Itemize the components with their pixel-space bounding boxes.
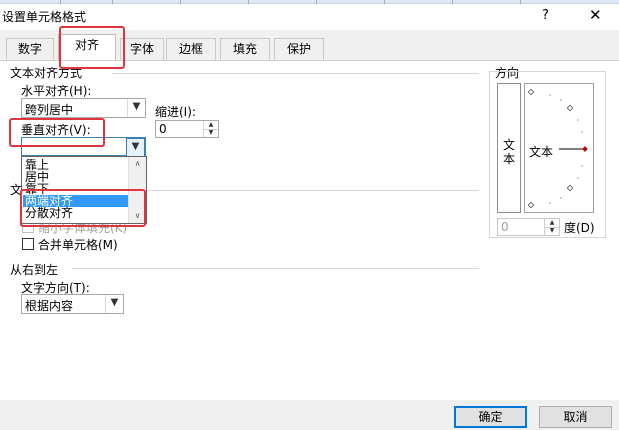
annotation-box-options bbox=[20, 189, 146, 227]
dropdown-option-center[interactable]: 居中 bbox=[23, 171, 131, 183]
cancel-button[interactable]: 取消 bbox=[539, 406, 612, 428]
merge-cells-checkbox[interactable] bbox=[22, 238, 34, 250]
tab-fill[interactable]: 填充 bbox=[220, 38, 270, 60]
help-button[interactable]: ? bbox=[542, 8, 549, 23]
spin-down-icon[interactable]: ▼ bbox=[545, 227, 559, 235]
degrees-label: 度(D) bbox=[564, 221, 595, 235]
merge-cells-label: 合并单元格(M) bbox=[38, 238, 118, 252]
ok-button[interactable]: 确定 bbox=[454, 406, 527, 428]
scroll-up-icon[interactable]: ∧ bbox=[129, 157, 146, 171]
indent-label: 缩进(I): bbox=[155, 105, 196, 119]
annotation-box-tab bbox=[59, 26, 125, 69]
tab-border[interactable]: 边框 bbox=[166, 38, 216, 60]
close-button[interactable]: ✕ bbox=[589, 6, 602, 24]
degrees-spinner[interactable]: 0 ▲ ▼ bbox=[497, 218, 560, 236]
section-divider bbox=[72, 268, 479, 269]
rtl-section-title: 从右到左 bbox=[10, 263, 59, 277]
indent-spinner[interactable]: 0 ▲ ▼ bbox=[155, 120, 219, 138]
text-direction-value: 根据内容 bbox=[25, 299, 74, 313]
text-direction-select[interactable]: 根据内容 ▼ bbox=[21, 294, 124, 314]
orientation-dial[interactable]: 文本 bbox=[524, 83, 594, 213]
spin-down-icon[interactable]: ▼ bbox=[204, 129, 218, 137]
section-divider bbox=[148, 190, 479, 191]
chevron-down-icon[interactable]: ▼ bbox=[127, 99, 145, 117]
horizontal-align-value: 跨列居中 bbox=[25, 103, 74, 117]
tab-protection[interactable]: 保护 bbox=[274, 38, 324, 60]
section-divider bbox=[112, 73, 479, 74]
degrees-value: 0 bbox=[501, 220, 509, 234]
horizontal-align-select[interactable]: 跨列居中 ▼ bbox=[21, 98, 146, 118]
vertical-text-button[interactable]: 文 本 bbox=[497, 83, 521, 213]
dial-text: 文本 bbox=[529, 145, 554, 159]
vertical-text-char: 本 bbox=[503, 152, 516, 166]
tab-font[interactable]: 字体 bbox=[120, 38, 164, 60]
chevron-down-icon[interactable]: ▼ bbox=[126, 138, 145, 157]
annotation-box-vertical-label bbox=[9, 118, 105, 147]
dropdown-option-top[interactable]: 靠上 bbox=[23, 159, 131, 171]
dialog-title: 设置单元格格式 bbox=[2, 10, 87, 24]
horizontal-align-label: 水平对齐(H): bbox=[21, 84, 92, 98]
indent-value: 0 bbox=[159, 122, 167, 136]
tab-number[interactable]: 数字 bbox=[6, 38, 54, 60]
chevron-down-icon[interactable]: ▼ bbox=[105, 295, 123, 313]
